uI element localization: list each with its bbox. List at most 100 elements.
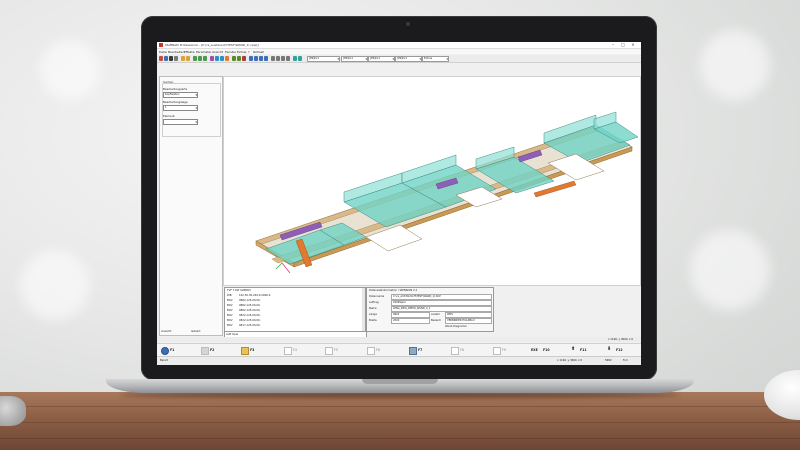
background-bokeh — [700, 30, 770, 100]
field2-select[interactable]: 1 — [163, 105, 198, 111]
toolbar: [PR]LV1 [PR]LV1 [PR]LV1 [PR]LV1 Extras — [157, 55, 641, 63]
laptop-notch — [362, 379, 438, 384]
info-value: 2000 — [391, 318, 430, 324]
copy-icon[interactable] — [198, 56, 202, 61]
layer2-icon[interactable] — [237, 56, 241, 61]
folder-icon — [241, 347, 249, 355]
wooden-desk — [0, 392, 800, 450]
list-item-code[interactable]: BOV — [227, 304, 233, 307]
measure-icon[interactable] — [225, 56, 229, 61]
redo-icon[interactable] — [186, 56, 190, 61]
status-coords: x 1196, y 3660, z 0 — [557, 359, 583, 362]
new-icon[interactable] — [159, 56, 163, 61]
extras-select[interactable]: Extras — [422, 56, 449, 62]
left-footer: Ansicht Isdeint — [159, 328, 221, 334]
list-item-text[interactable]: 0882,125,00,00, — [239, 304, 260, 307]
background-bokeh — [40, 40, 100, 100]
info-label: Bezeich — [431, 319, 442, 322]
info-label: Breite — [369, 319, 377, 322]
info-label: Datenname — [369, 295, 385, 298]
3d-viewport[interactable] — [223, 76, 641, 286]
coordinate-bar: x 1196, y 3660, z 0 — [157, 337, 641, 342]
exit-icon: EXE — [531, 348, 538, 352]
blank-icon — [493, 347, 501, 355]
origin-axis-y — [275, 262, 283, 270]
list-item-text[interactable]: 0822,125,00,00, — [239, 314, 260, 317]
save-icon[interactable] — [169, 56, 173, 61]
open-icon[interactable] — [164, 56, 168, 61]
view-top-icon[interactable] — [276, 56, 280, 61]
paste-icon[interactable] — [203, 56, 207, 61]
list-item-text[interactable]: 102.50,30,240,0,2006,0 — [239, 294, 270, 297]
menu-parameter[interactable]: Parameter — [196, 50, 212, 54]
field1-select[interactable]: Kopfleisten — [163, 92, 198, 98]
background-bokeh — [20, 250, 90, 320]
menu-bearbeiten[interactable]: Bearbeiten — [168, 50, 184, 54]
cut-icon[interactable] — [193, 56, 197, 61]
delete-icon[interactable] — [242, 56, 246, 61]
list-item-code[interactable]: BOV — [227, 319, 233, 322]
layer-select-3[interactable]: [PR]LV1 — [368, 56, 395, 62]
f3-label: F3 — [250, 348, 255, 352]
view-front-icon[interactable] — [271, 56, 275, 61]
shade-icon[interactable] — [298, 56, 302, 61]
maximize-button[interactable]: □ — [619, 42, 627, 48]
coordinate-readout: x 1196, y 3660, z 0 — [607, 338, 633, 341]
list-item-code[interactable]: BOV — [227, 309, 233, 312]
layer-icon[interactable] — [232, 56, 236, 61]
menu-extras[interactable]: Extras — [237, 50, 246, 54]
list-item-text[interactable]: 0882,125,00,00, — [239, 299, 260, 302]
cut-icon — [201, 347, 209, 355]
menu-refresh[interactable]: Refresh — [253, 50, 264, 54]
machine-icon — [409, 347, 417, 355]
field3-select[interactable] — [163, 119, 198, 125]
view-iso-icon[interactable] — [286, 56, 290, 61]
render-icon[interactable] — [293, 56, 297, 61]
info-label: Länge — [369, 313, 377, 316]
zoom-out-icon[interactable] — [254, 56, 258, 61]
f8-label: F8 — [460, 348, 464, 352]
info-value: VERBINDER HOLZBAU — [445, 318, 492, 324]
list-item-text[interactable]: 0817,125,00,00, — [239, 324, 260, 327]
list-item-text[interactable]: 0822,125,00,00, — [239, 319, 260, 322]
menu-help[interactable]: ? — [248, 50, 250, 54]
layer-select-4[interactable]: [PR]LV1 — [395, 56, 422, 62]
zoom-in-icon[interactable] — [249, 56, 253, 61]
move-icon[interactable] — [215, 56, 219, 61]
app-icon — [159, 43, 163, 47]
print-icon[interactable] — [174, 56, 178, 61]
info-label: Name — [369, 307, 377, 310]
view-value[interactable]: Isdeint — [191, 329, 200, 333]
view-side-icon[interactable] — [281, 56, 285, 61]
status-mode: Full — [623, 359, 628, 362]
list-item-code[interactable]: DIB — [227, 294, 232, 297]
list-item-code[interactable]: BOV — [227, 299, 233, 302]
menu-datei[interactable]: Datei — [159, 50, 167, 54]
minimize-button[interactable]: – — [609, 42, 617, 48]
list-item-text[interactable]: 0882,125,00,00, — [239, 309, 260, 312]
menu-effekte[interactable]: Effekte — [184, 50, 195, 54]
zoom-fit-icon[interactable] — [259, 56, 263, 61]
mirror-icon[interactable] — [220, 56, 224, 61]
function-key-bar: F1 F2 F3 F4 F5 F6 F7 F8 F9 EXE F10 ⬆ F11… — [157, 343, 641, 356]
layer-select-1[interactable]: [PR]LV1 — [307, 56, 340, 62]
search-panel: Suchen Bearbeitungsarts Kopfleisten Bear… — [159, 76, 223, 336]
webcam — [406, 22, 410, 26]
record-info-panel: Datensatzinformation / WENSION 2.2 Daten… — [366, 287, 494, 332]
list-item-code[interactable]: BOV — [227, 324, 233, 327]
rotate-icon[interactable] — [210, 56, 214, 61]
close-button[interactable]: × — [629, 42, 637, 48]
origin-axis-x — [281, 262, 291, 274]
menu-fenster[interactable]: Fenster — [225, 50, 236, 54]
zoom-window-icon[interactable] — [264, 56, 268, 61]
list-item-code[interactable]: BOV — [227, 314, 233, 317]
menu-ansicht[interactable]: Ansicht — [212, 50, 223, 54]
title-bar: StaffNetz Professional - [C:\cs_austausc… — [157, 42, 641, 49]
undo-icon[interactable] — [181, 56, 185, 61]
layer-select-2[interactable]: [PR]LV1 — [341, 56, 368, 62]
metal-object — [0, 396, 26, 426]
background-bokeh — [690, 230, 770, 310]
list-scrollbar[interactable] — [362, 288, 365, 331]
nc-code-list[interactable]: TVF 7.8LT SLBM03 DIB 102.50,30,240,0,200… — [224, 287, 366, 332]
arrow-down-icon: ⬇ — [607, 346, 612, 352]
